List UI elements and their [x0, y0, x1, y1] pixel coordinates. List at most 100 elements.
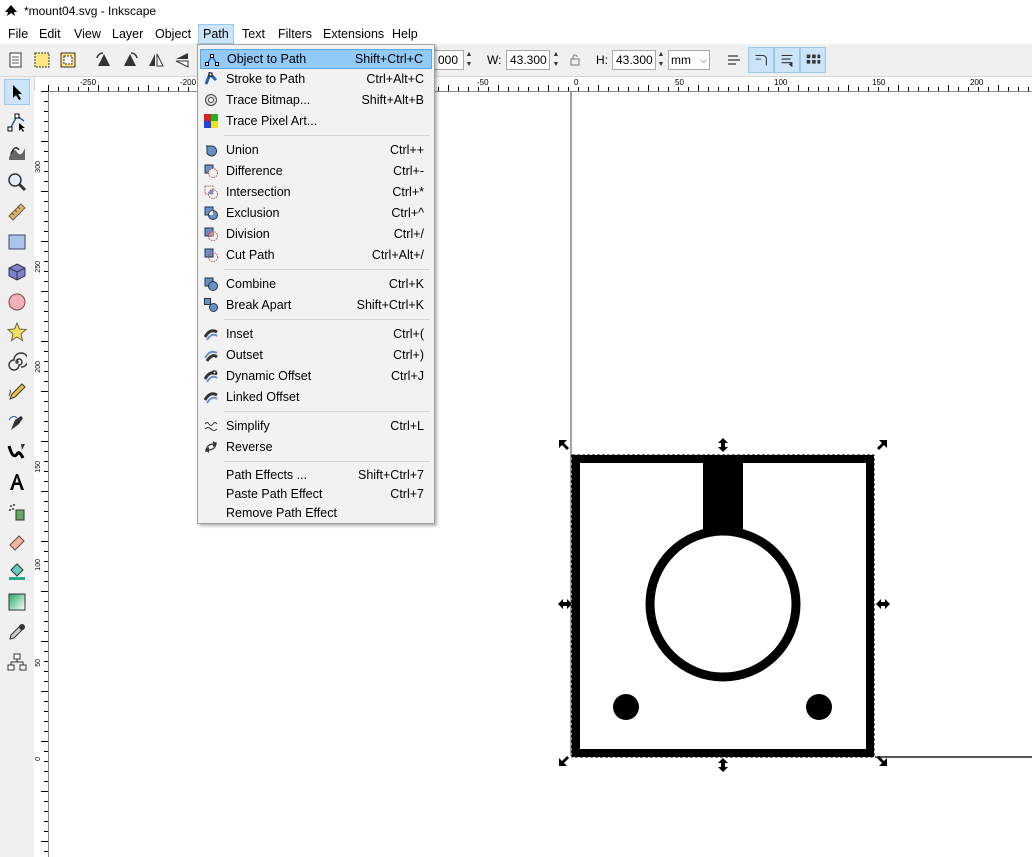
menu-item-division[interactable]: Division Ctrl+/: [200, 224, 432, 244]
outset-icon: [204, 350, 218, 362]
menu-item-path-effects[interactable]: Path Effects ... Shift+Ctrl+7: [200, 465, 432, 485]
pencil-tool-icon: [8, 383, 26, 400]
pen-tool[interactable]: [4, 409, 30, 435]
flip-vertical-icon[interactable]: [172, 50, 192, 70]
menu-item-remove-path-effect[interactable]: Remove Path Effect: [200, 503, 432, 523]
paint-bucket-tool-icon: [9, 563, 25, 580]
menu-object[interactable]: Object: [151, 25, 195, 43]
height-spinner[interactable]: ▲ ▼: [656, 50, 666, 70]
x-spinner[interactable]: ▲ ▼: [464, 50, 474, 70]
menu-item-intersection[interactable]: Intersection Ctrl+*: [200, 182, 432, 202]
move-gradients-button[interactable]: [774, 47, 800, 73]
menu-item-label: Linked Offset: [226, 390, 300, 404]
spiral-tool[interactable]: [4, 349, 30, 375]
calligraphy-tool[interactable]: [4, 439, 30, 465]
menu-item-linked-offset[interactable]: Linked Offset: [200, 387, 432, 407]
width-spinner[interactable]: ▲ ▼: [551, 50, 561, 70]
pencil-tool[interactable]: [4, 379, 30, 405]
height-field[interactable]: 43.300: [612, 50, 656, 70]
ellipse-tool[interactable]: [4, 289, 30, 315]
exclusion-icon: [204, 206, 218, 220]
menu-item-label: Stroke to Path: [226, 72, 306, 86]
menu-item-cut-path[interactable]: Cut Path Ctrl+Alt+/: [200, 245, 432, 265]
menu-item-reverse[interactable]: Reverse: [200, 437, 432, 457]
trace-bitmap-icon: [205, 94, 217, 106]
inkscape-logo-icon: [5, 5, 17, 16]
spray-tool[interactable]: [4, 499, 30, 525]
dropper-tool[interactable]: [4, 619, 30, 645]
measure-tool[interactable]: [4, 199, 30, 225]
rotate-cw-icon[interactable]: [120, 50, 140, 70]
text-tool-icon: [10, 474, 24, 490]
menu-item-label: Outset: [226, 348, 263, 362]
menu-item-paste-path-effect[interactable]: Paste Path Effect Ctrl+7: [200, 484, 432, 504]
menu-path[interactable]: Path: [198, 24, 234, 44]
ruler-label: -200: [180, 78, 197, 87]
eraser-tool[interactable]: [4, 529, 30, 555]
lock-icon[interactable]: [568, 52, 582, 68]
rectangle-tool[interactable]: [4, 229, 30, 255]
menu-item-shortcut: Shift+Ctrl+K: [356, 298, 424, 312]
menu-edit[interactable]: Edit: [35, 25, 65, 43]
selector-tool[interactable]: [4, 79, 30, 105]
scale-radius-button[interactable]: [748, 47, 774, 73]
menu-item-label: Division: [226, 227, 270, 241]
zoom-tool[interactable]: [4, 169, 30, 195]
menu-item-inset[interactable]: Inset Ctrl+(: [200, 324, 432, 344]
tweak-tool[interactable]: [4, 139, 30, 165]
unit-select[interactable]: mm ⌵: [668, 50, 710, 70]
menu-item-dynamic-offset[interactable]: Dynamic Offset Ctrl+J: [200, 366, 432, 386]
tweak-tool-icon: [9, 147, 25, 160]
node-tool[interactable]: [4, 109, 30, 135]
menu-extensions[interactable]: Extensions: [319, 25, 388, 43]
select-all-icon[interactable]: [6, 50, 26, 70]
menu-layer[interactable]: Layer: [108, 25, 147, 43]
menu-item-label: Break Apart: [226, 298, 292, 312]
gradient-tool[interactable]: [4, 589, 30, 615]
star-tool[interactable]: [4, 319, 30, 345]
menu-item-union[interactable]: Union Ctrl++: [200, 140, 432, 160]
menu-item-combine[interactable]: Combine Ctrl+K: [200, 274, 432, 294]
box-3d-tool[interactable]: [4, 259, 30, 285]
chevron-down-icon: ⌵: [700, 55, 707, 65]
vertical-ruler[interactable]: 300 250 200 150 100 50 0: [34, 91, 49, 857]
menu-text[interactable]: Text: [238, 25, 269, 43]
menu-file[interactable]: File: [4, 25, 32, 43]
menu-item-stroke-to-path[interactable]: Stroke to Path Ctrl+Alt+C: [200, 69, 432, 89]
ruler-label: 150: [872, 78, 886, 87]
union-icon: [206, 145, 218, 157]
connector-tool[interactable]: [4, 649, 30, 675]
menu-separator: [224, 135, 430, 136]
flip-horizontal-icon[interactable]: [146, 50, 166, 70]
menu-help[interactable]: Help: [388, 25, 422, 43]
select-all-layers-icon[interactable]: [32, 50, 52, 70]
menu-item-shortcut: Ctrl+-: [393, 164, 424, 178]
ruler-label: 100: [35, 559, 42, 571]
scale-stroke-icon[interactable]: [724, 50, 744, 70]
trace-pixel-art-icon: [204, 114, 218, 128]
menu-item-trace-bitmap[interactable]: Trace Bitmap... Shift+Alt+B: [200, 90, 432, 110]
menu-filters[interactable]: Filters: [274, 25, 316, 43]
x-field[interactable]: 000: [434, 50, 464, 70]
text-tool[interactable]: [4, 469, 30, 495]
menu-item-label: Simplify: [226, 419, 270, 433]
toolbox: [0, 77, 35, 857]
move-patterns-button[interactable]: [800, 47, 826, 73]
menu-item-shortcut: Shift+Alt+B: [361, 93, 424, 107]
ruler-label: 0: [35, 757, 42, 761]
rotate-ccw-icon[interactable]: [94, 50, 114, 70]
menu-item-object-to-path[interactable]: Object to Path Shift+Ctrl+C: [200, 49, 432, 69]
menu-item-simplify[interactable]: Simplify Ctrl+L: [200, 416, 432, 436]
menu-view[interactable]: View: [70, 25, 105, 43]
width-field[interactable]: 43.300: [506, 50, 550, 70]
menu-item-difference[interactable]: Difference Ctrl+-: [200, 161, 432, 181]
menu-item-exclusion[interactable]: Exclusion Ctrl+^: [200, 203, 432, 223]
deselect-icon[interactable]: [58, 50, 78, 70]
horizontal-ruler[interactable]: -250 -200 -50 0 50 100 150 200: [48, 77, 1032, 92]
mount-object[interactable]: [572, 455, 874, 757]
menu-item-label: Inset: [226, 327, 254, 341]
menu-item-break-apart[interactable]: Break Apart Shift+Ctrl+K: [200, 295, 432, 315]
menu-item-trace-pixel-art[interactable]: Trace Pixel Art...: [200, 111, 432, 131]
menu-item-outset[interactable]: Outset Ctrl+): [200, 345, 432, 365]
paint-bucket-tool[interactable]: [4, 559, 30, 585]
